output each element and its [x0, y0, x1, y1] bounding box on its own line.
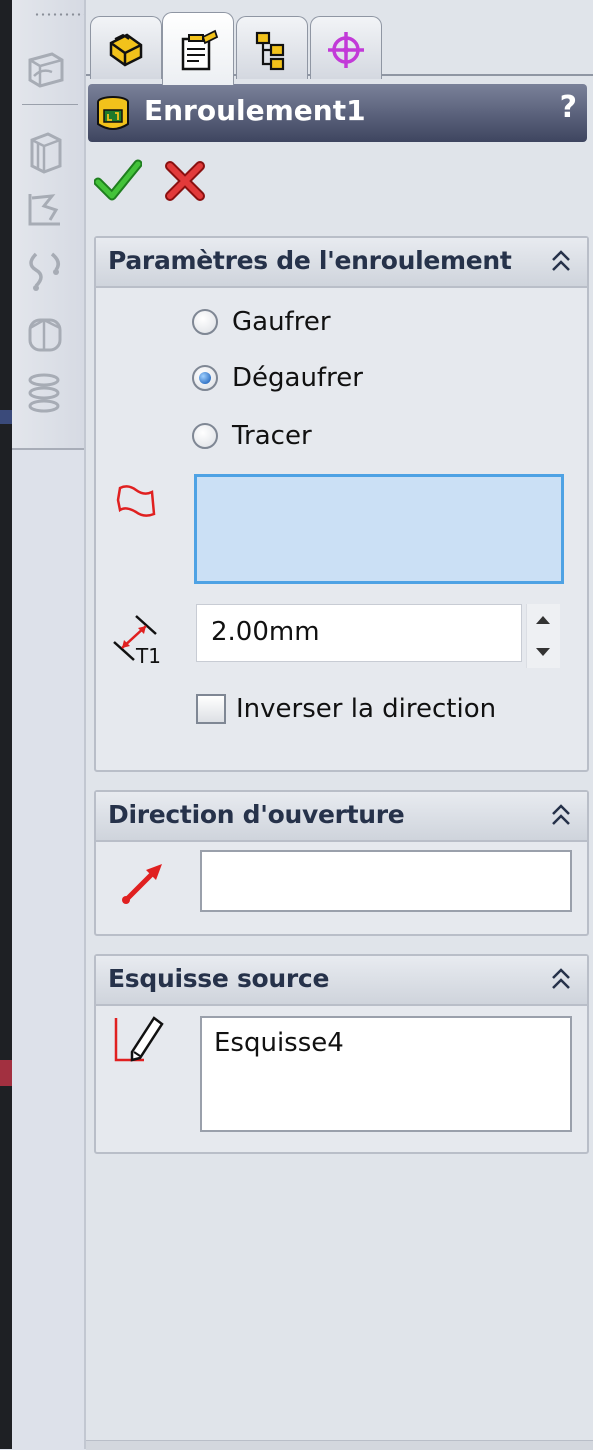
collapse-icon[interactable] — [547, 244, 575, 278]
check-icon — [93, 159, 143, 201]
tab-configuration-manager[interactable] — [236, 16, 308, 79]
wrap-feature-icon — [97, 96, 129, 130]
fillet-icon[interactable] — [22, 310, 68, 356]
extrude-icon[interactable] — [22, 128, 68, 174]
direction-arrow-icon — [122, 864, 162, 904]
source-sketch-value: Esquisse4 — [214, 1028, 344, 1058]
pull-direction-title: Direction d'ouverture — [108, 800, 405, 829]
thickness-value: 2.00mm — [211, 617, 320, 647]
toolbar-separator — [22, 104, 78, 105]
dimxpert-crosshair-icon — [328, 32, 364, 68]
source-sketch-group: Esquisse source Esquisse4 — [94, 954, 589, 1154]
source-sketch-header[interactable]: Esquisse source — [96, 956, 587, 1006]
sketch-icon — [114, 1016, 164, 1062]
radio-degaufrer[interactable] — [192, 365, 218, 391]
wrap-parameters-title: Paramètres de l'enroulement — [108, 246, 512, 275]
radio-gaufrer[interactable] — [192, 309, 218, 335]
tab-dimxpert-manager[interactable] — [310, 16, 382, 79]
ok-button[interactable] — [93, 158, 143, 202]
curve-icon[interactable] — [22, 248, 68, 294]
option-degaufrer[interactable]: Dégaufrer — [192, 358, 363, 398]
toolbar-grip[interactable] — [34, 12, 86, 17]
feature-manager-icon — [109, 33, 143, 67]
left-edge — [0, 0, 12, 1449]
source-sketch-field[interactable]: Esquisse4 — [200, 1016, 572, 1132]
x-icon — [165, 161, 205, 201]
thickness-spinner[interactable] — [526, 604, 560, 668]
thickness-icon-label: T1 — [136, 644, 161, 668]
wrap-parameters-group: Paramètres de l'enroulement Gaufrer Déga… — [94, 236, 589, 772]
panel-title-bar: Enroulement1 ? — [88, 84, 587, 142]
thickness-input[interactable]: 2.00mm — [196, 604, 522, 662]
cancel-button[interactable] — [162, 158, 210, 202]
radio-tracer[interactable] — [192, 423, 218, 449]
help-button[interactable]: ? — [560, 90, 577, 125]
reverse-direction-option[interactable]: Inverser la direction — [196, 694, 496, 724]
source-sketch-title: Esquisse source — [108, 964, 330, 993]
tab-feature-manager[interactable] — [90, 16, 162, 79]
sketch-plane-icon[interactable] — [22, 46, 68, 92]
helix-icon[interactable] — [22, 370, 68, 416]
face-selection-icon — [116, 485, 156, 517]
option-tracer-label: Tracer — [232, 421, 312, 451]
option-gaufrer[interactable]: Gaufrer — [192, 302, 331, 342]
option-degaufrer-label: Dégaufrer — [232, 363, 363, 393]
option-tracer[interactable]: Tracer — [192, 416, 312, 456]
panel-title: Enroulement1 — [144, 94, 366, 127]
configuration-manager-icon — [255, 31, 285, 71]
collapse-icon[interactable] — [547, 798, 575, 832]
wrap-parameters-header[interactable]: Paramètres de l'enroulement — [96, 238, 587, 288]
pull-direction-header[interactable]: Direction d'ouverture — [96, 792, 587, 842]
option-gaufrer-label: Gaufrer — [232, 307, 331, 337]
pull-direction-field[interactable] — [200, 850, 572, 912]
property-manager-icon — [181, 29, 219, 71]
reverse-direction-checkbox[interactable] — [196, 694, 226, 724]
pull-direction-group: Direction d'ouverture — [94, 790, 589, 936]
collapse-icon[interactable] — [547, 962, 575, 996]
faces-selection-box[interactable] — [194, 474, 564, 584]
tab-property-manager[interactable] — [162, 12, 234, 85]
reverse-direction-label: Inverser la direction — [236, 694, 497, 724]
split-line-icon[interactable] — [22, 188, 68, 234]
